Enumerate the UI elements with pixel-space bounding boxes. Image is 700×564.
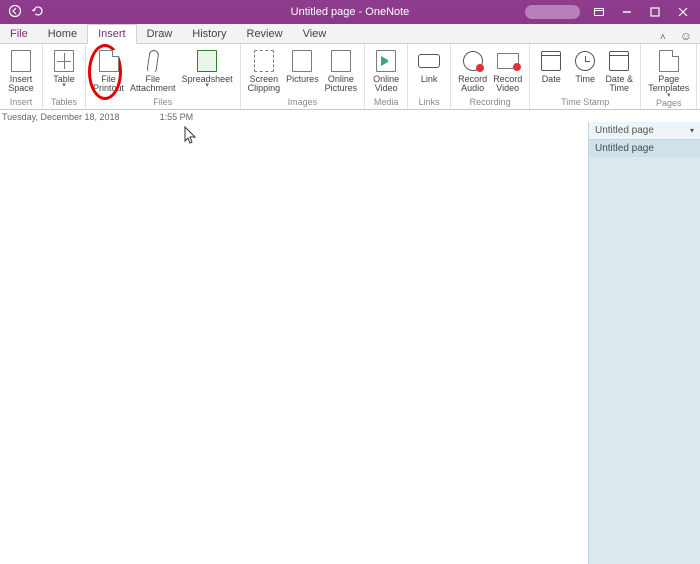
online-video-icon <box>373 48 399 74</box>
file-attachment-icon <box>140 48 166 74</box>
group-media: Online Video Media <box>365 44 408 109</box>
tab-review[interactable]: Review <box>237 25 293 43</box>
close-button[interactable] <box>670 2 696 22</box>
date-icon <box>538 48 564 74</box>
page-date: Tuesday, December 18, 2018 <box>2 112 120 122</box>
pictures-button[interactable]: Pictures <box>283 46 322 84</box>
record-video-icon <box>495 48 521 74</box>
spreadsheet-button[interactable]: Spreadsheet ▾ <box>179 46 236 89</box>
ribbon: Insert Space Insert Table ▾ Tables File … <box>0 44 700 110</box>
page-list-item[interactable]: Untitled page <box>589 140 700 157</box>
screen-clipping-button[interactable]: Screen Clipping <box>245 46 284 94</box>
minimize-button[interactable] <box>614 2 640 22</box>
record-video-button[interactable]: Record Video <box>490 46 525 94</box>
tab-history[interactable]: History <box>182 25 236 43</box>
link-button[interactable]: Link <box>412 46 446 84</box>
screen-clipping-icon <box>251 48 277 74</box>
group-pages: Page Templates ▾ Pages <box>641 44 697 109</box>
date-time-icon <box>606 48 632 74</box>
group-recording: Record Audio Record Video Recording <box>451 44 530 109</box>
ribbon-tabs: File Home Insert Draw History Review Vie… <box>0 24 700 44</box>
page-templates-icon <box>656 48 682 74</box>
title-bar: Untitled page - OneNote <box>0 0 700 24</box>
page-list-header[interactable]: Untitled page ▾ <box>589 122 700 140</box>
file-printout-button[interactable]: File Printout <box>90 46 127 94</box>
table-icon <box>51 48 77 74</box>
online-video-button[interactable]: Online Video <box>369 46 403 94</box>
page-canvas[interactable] <box>0 122 588 564</box>
table-button[interactable]: Table ▾ <box>47 46 81 89</box>
page-list-pane: Untitled page ▾ Untitled page <box>588 122 700 564</box>
collapse-ribbon-icon[interactable]: ˄ <box>660 32 672 43</box>
group-timestamp: Date Time Date & Time Time Stamp <box>530 44 641 109</box>
cursor-icon <box>184 126 198 149</box>
record-audio-button[interactable]: Record Audio <box>455 46 490 94</box>
group-images: Screen Clipping Pictures Online Pictures… <box>241 44 366 109</box>
time-button[interactable]: Time <box>568 46 602 84</box>
back-icon[interactable] <box>8 4 22 21</box>
tab-home[interactable]: Home <box>38 25 87 43</box>
tab-file[interactable]: File <box>0 25 38 43</box>
date-time-button[interactable]: Date & Time <box>602 46 636 94</box>
insert-space-button[interactable]: Insert Space <box>4 46 38 94</box>
page-templates-button[interactable]: Page Templates ▾ <box>645 46 692 98</box>
online-pictures-button[interactable]: Online Pictures <box>322 46 361 94</box>
content-area: Untitled page ▾ Untitled page <box>0 122 700 564</box>
feedback-icon[interactable]: ☺ <box>672 29 700 43</box>
tab-view[interactable]: View <box>293 25 337 43</box>
page-time: 1:55 PM <box>160 112 194 122</box>
group-insert: Insert Space Insert <box>0 44 43 109</box>
date-button[interactable]: Date <box>534 46 568 84</box>
chevron-down-icon: ▾ <box>205 84 209 88</box>
maximize-button[interactable] <box>642 2 668 22</box>
time-icon <box>572 48 598 74</box>
spreadsheet-icon <box>194 48 220 74</box>
tab-draw[interactable]: Draw <box>137 25 183 43</box>
file-attachment-button[interactable]: File Attachment <box>127 46 179 94</box>
record-audio-icon <box>460 48 486 74</box>
group-tables: Table ▾ Tables <box>43 44 86 109</box>
insert-space-icon <box>8 48 34 74</box>
group-files: File Printout File Attachment Spreadshee… <box>86 44 241 109</box>
online-pictures-icon <box>328 48 354 74</box>
chevron-down-icon: ▾ <box>690 126 694 135</box>
pictures-icon <box>289 48 315 74</box>
chevron-down-icon: ▾ <box>667 94 671 98</box>
chevron-down-icon: ▾ <box>62 84 66 88</box>
undo-icon[interactable] <box>30 4 44 21</box>
ribbon-display-icon[interactable] <box>586 2 612 22</box>
group-links: Link Links <box>408 44 451 109</box>
account-pill[interactable] <box>525 5 580 19</box>
file-printout-icon <box>96 48 122 74</box>
link-icon <box>416 48 442 74</box>
tab-insert[interactable]: Insert <box>87 24 137 44</box>
